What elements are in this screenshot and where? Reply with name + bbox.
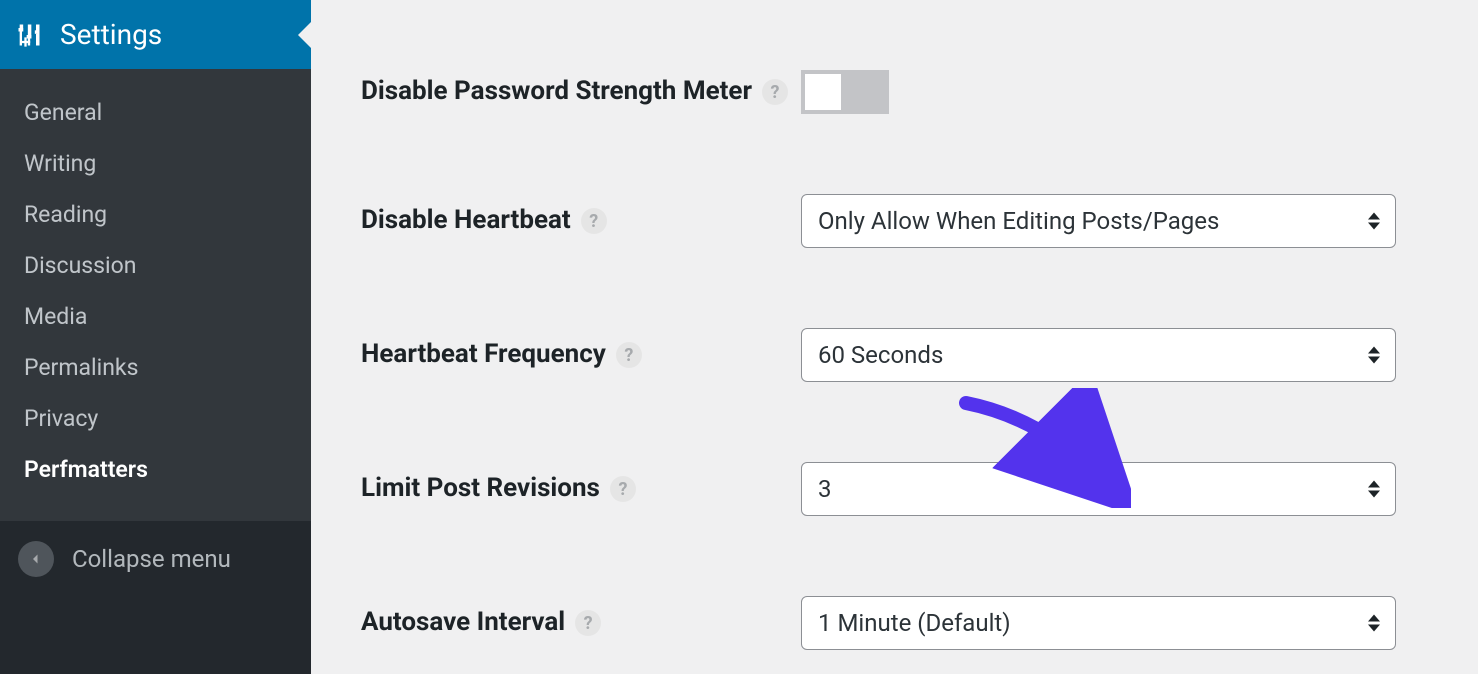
toggle-password-meter[interactable] [801, 70, 889, 114]
sidebar-item-label: Privacy [24, 405, 98, 432]
setting-label: Heartbeat Frequency [361, 337, 606, 372]
sidebar-item-writing[interactable]: Writing [0, 138, 311, 189]
sidebar-item-discussion[interactable]: Discussion [0, 240, 311, 291]
select-autosave-interval[interactable]: 1 Minute (Default) [801, 596, 1396, 650]
select-value: Only Allow When Editing Posts/Pages [818, 207, 1219, 235]
admin-sidebar: Settings General Writing Reading Discuss… [0, 0, 311, 674]
sidebar-section-label: Settings [60, 18, 162, 51]
select-limit-post-revisions[interactable]: 3 [801, 462, 1396, 516]
sidebar-item-media[interactable]: Media [0, 291, 311, 342]
select-value: 60 Seconds [818, 341, 943, 369]
select-heartbeat-frequency[interactable]: 60 Seconds [801, 328, 1396, 382]
sidebar-section-settings[interactable]: Settings [0, 0, 311, 69]
setting-row-limit-post-revisions: Limit Post Revisions ? 3 [361, 422, 1418, 556]
sidebar-item-privacy[interactable]: Privacy [0, 393, 311, 444]
sidebar-item-label: Reading [24, 201, 107, 228]
sliders-icon [14, 20, 44, 50]
select-stepper-icon [1367, 481, 1381, 498]
sidebar-item-label: Perfmatters [24, 456, 148, 483]
toggle-knob [805, 74, 841, 110]
sidebar-item-reading[interactable]: Reading [0, 189, 311, 240]
sidebar-item-permalinks[interactable]: Permalinks [0, 342, 311, 393]
sidebar-item-general[interactable]: General [0, 87, 311, 138]
select-value: 1 Minute (Default) [818, 609, 1011, 637]
setting-row-password-meter: Disable Password Strength Meter ? [361, 0, 1418, 154]
sidebar-item-label: Discussion [24, 252, 136, 279]
select-disable-heartbeat[interactable]: Only Allow When Editing Posts/Pages [801, 194, 1396, 248]
setting-label: Autosave Interval [361, 605, 565, 640]
settings-panel: Disable Password Strength Meter ? Disabl… [311, 0, 1478, 674]
help-icon[interactable]: ? [581, 208, 607, 234]
collapse-icon [18, 541, 54, 577]
select-value: 3 [818, 475, 832, 503]
setting-row-autosave-interval: Autosave Interval ? 1 Minute (Default) [361, 556, 1418, 674]
sidebar-item-label: Permalinks [24, 354, 138, 381]
help-icon[interactable]: ? [762, 79, 788, 105]
sidebar-item-perfmatters[interactable]: Perfmatters [0, 444, 311, 495]
help-icon[interactable]: ? [610, 476, 636, 502]
collapse-menu-button[interactable]: Collapse menu [0, 521, 311, 597]
collapse-menu-label: Collapse menu [72, 545, 231, 573]
help-icon[interactable]: ? [575, 610, 601, 636]
sidebar-item-label: General [24, 99, 102, 126]
sidebar-item-label: Media [24, 303, 87, 330]
setting-label: Disable Password Strength Meter [361, 74, 752, 109]
setting-label: Disable Heartbeat [361, 203, 571, 238]
sidebar-submenu: General Writing Reading Discussion Media… [0, 69, 311, 521]
setting-label: Limit Post Revisions [361, 471, 600, 506]
select-stepper-icon [1367, 213, 1381, 230]
help-icon[interactable]: ? [616, 342, 642, 368]
setting-row-heartbeat-frequency: Heartbeat Frequency ? 60 Seconds [361, 288, 1418, 422]
sidebar-item-label: Writing [24, 150, 96, 177]
setting-row-disable-heartbeat: Disable Heartbeat ? Only Allow When Edit… [361, 154, 1418, 288]
select-stepper-icon [1367, 347, 1381, 364]
select-stepper-icon [1367, 615, 1381, 632]
